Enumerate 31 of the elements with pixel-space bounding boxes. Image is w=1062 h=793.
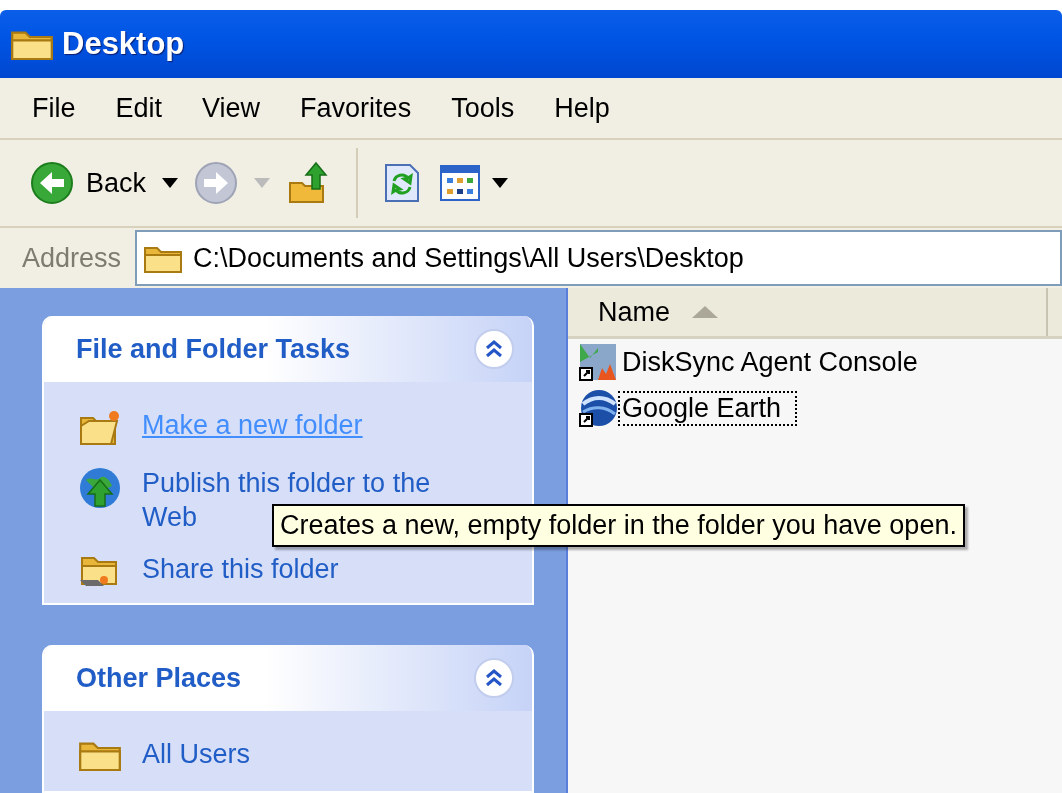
menu-item[interactable]: File bbox=[12, 92, 96, 124]
double-chevron-up-icon bbox=[484, 339, 504, 359]
menu-item[interactable]: View bbox=[182, 92, 281, 124]
collapse-button[interactable] bbox=[474, 658, 514, 699]
refresh-icon bbox=[384, 163, 421, 203]
column-header[interactable]: Name bbox=[568, 288, 1048, 336]
caret-icon bbox=[492, 178, 509, 188]
file-name[interactable]: DiskSync Agent Console bbox=[618, 344, 934, 380]
menu-item[interactable]: Edit bbox=[95, 92, 183, 124]
menu-item[interactable]: Tools bbox=[431, 92, 535, 124]
caret-icon bbox=[254, 178, 271, 188]
globe-shortcut-icon bbox=[578, 388, 618, 428]
address-label: Address bbox=[21, 242, 123, 274]
column-label: Name bbox=[598, 296, 671, 328]
panel-title: File and Folder Tasks bbox=[76, 333, 351, 365]
chart-shortcut-icon bbox=[578, 342, 618, 382]
menu-item[interactable]: Favorites bbox=[280, 92, 432, 124]
menu-item[interactable]: Help bbox=[534, 92, 630, 124]
views-grid-icon bbox=[440, 165, 481, 201]
file-name[interactable]: Google Earth bbox=[618, 390, 798, 426]
double-chevron-up-icon bbox=[484, 668, 504, 689]
caret-icon bbox=[162, 178, 179, 188]
task-link[interactable]: Share this folder bbox=[142, 552, 339, 586]
task-link[interactable]: All Users bbox=[142, 737, 250, 772]
tooltip: Creates a new, empty folder in the folder you have open. bbox=[272, 504, 965, 547]
address-field[interactable]: C:\Documents and Settings\All Users\Desktop bbox=[135, 230, 1062, 286]
window-title: Desktop bbox=[62, 26, 185, 62]
collapse-button[interactable] bbox=[474, 329, 514, 369]
back-button[interactable]: Back bbox=[26, 157, 151, 209]
panel-title: Other Places bbox=[76, 662, 242, 694]
new-folder-icon bbox=[78, 408, 122, 448]
